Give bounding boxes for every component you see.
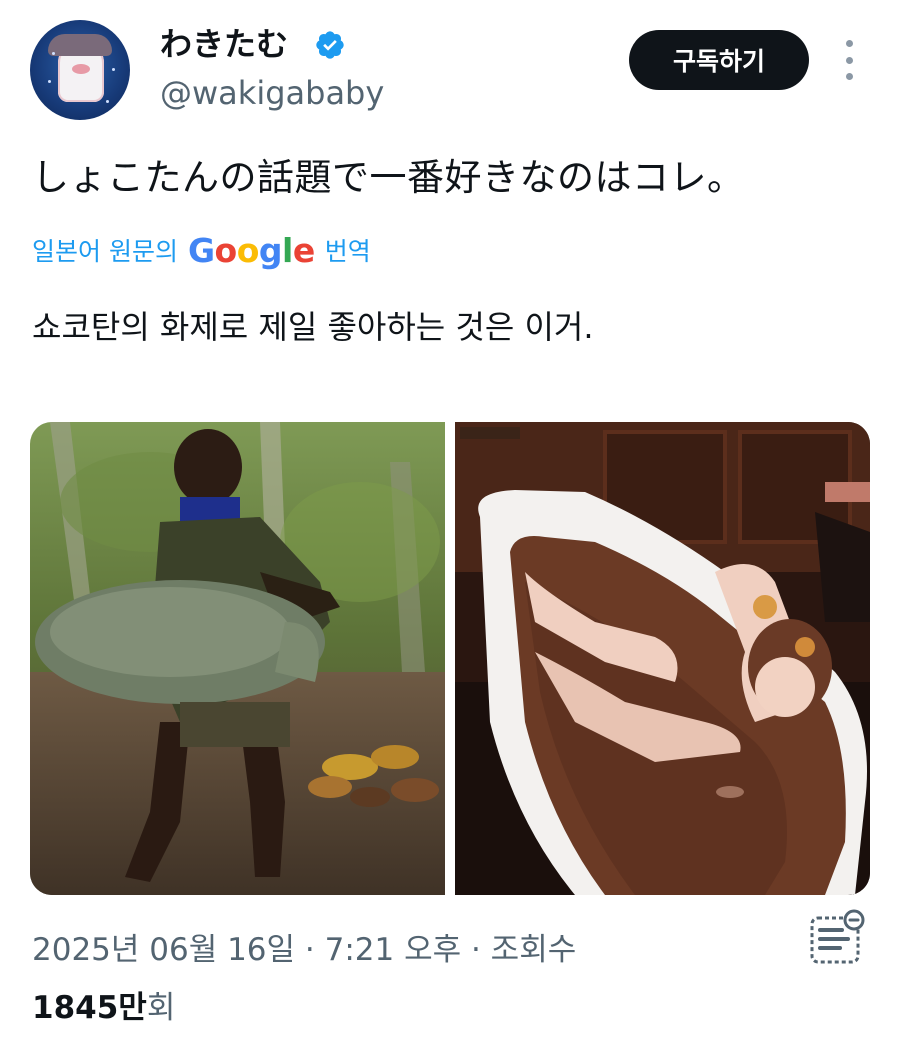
google-logo: Google (187, 230, 315, 270)
tweet-text: しょこたんの話題で一番好きなのはコレ。 (32, 156, 745, 199)
more-options-icon[interactable] (838, 40, 860, 80)
author-handle[interactable]: @wakigababy (160, 72, 384, 114)
media-grid (30, 422, 870, 895)
view-count-suffix: 회 (146, 990, 176, 1026)
verified-badge-icon (316, 31, 344, 59)
translation-attribution[interactable]: 일본어 원문의 Google 번역 (32, 228, 371, 272)
view-count-number: 1845만 (32, 990, 147, 1026)
translation-suffix: 번역 (324, 237, 371, 266)
subscribe-button[interactable]: 구독하기 (629, 30, 809, 90)
tweet-timestamp[interactable]: 2025년 06월 16일 · 7:21 오후 · 조회수 (32, 928, 576, 972)
photo-chocolate-bath[interactable] (455, 422, 870, 895)
photo-cocoa-farm[interactable] (30, 422, 445, 895)
ghost-avatar-icon (48, 34, 112, 102)
translation-prefix: 일본어 원문의 (32, 237, 178, 266)
translated-text: 쇼코탄의 화제로 제일 좋아하는 것은 이거. (32, 308, 594, 346)
analytics-icon[interactable] (806, 908, 868, 970)
author-display-name[interactable]: わきたむ (160, 22, 288, 66)
author-avatar[interactable] (30, 20, 130, 120)
view-count: 1845만회 (32, 984, 175, 1032)
tweet-card: わきたむ @wakigababy 구독하기 しょこたんの話題で一番好きなのはコレ… (0, 0, 900, 1054)
